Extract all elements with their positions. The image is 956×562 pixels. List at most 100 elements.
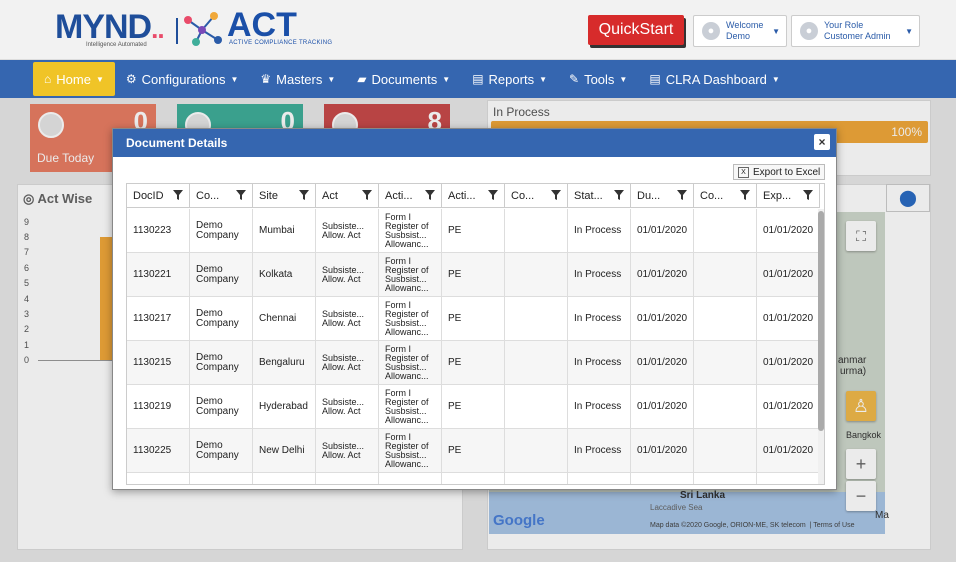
filter-icon[interactable] xyxy=(299,190,309,200)
crown-icon: ♛ xyxy=(260,72,272,86)
close-button[interactable]: × xyxy=(814,134,830,150)
nav-clra-dashboard[interactable]: ▤ CLRA Dashboard ▼ xyxy=(638,62,790,96)
document-details-modal: Document Details × X Export to Excel Doc… xyxy=(112,128,837,490)
role-label: Your Role xyxy=(824,20,864,30)
table-cell: 01/01/2020 xyxy=(757,297,820,341)
grid-body: 1130223 Demo Company Mumbai Subsiste... All… xyxy=(127,209,820,484)
grid-scrollbar[interactable] xyxy=(818,209,824,484)
table-cell: In Process xyxy=(568,341,631,385)
welcome-user-dropdown[interactable]: ● Welcome Demo ▼ xyxy=(693,15,787,47)
table-row[interactable]: Demo299Subsiste...Form I Register of xyxy=(127,473,820,484)
column-header[interactable]: Du... xyxy=(631,184,694,208)
column-header[interactable]: Co... xyxy=(190,184,253,208)
grid-header: DocID Co... Site Act Acti... Acti... Co... Stat… xyxy=(127,184,820,208)
table-cell: In Process xyxy=(568,209,631,253)
column-header[interactable]: Co... xyxy=(694,184,757,208)
chevron-down-icon: ▼ xyxy=(905,27,913,36)
table-cell: 1130215 xyxy=(127,341,190,385)
quickstart-button[interactable]: QuickStart xyxy=(588,15,684,45)
nav-masters[interactable]: ♛ Masters ▼ xyxy=(249,62,346,96)
filter-icon[interactable] xyxy=(551,190,561,200)
filter-icon[interactable] xyxy=(425,190,435,200)
nav-tools[interactable]: ✎ Tools ▼ xyxy=(558,62,638,96)
export-to-excel-button[interactable]: X Export to Excel xyxy=(733,164,826,180)
table-cell: Demo Company xyxy=(190,253,253,297)
table-row[interactable]: 1130217 Demo Company Chennai Subsiste... Al… xyxy=(127,297,820,341)
table-cell: 01/01/2020 xyxy=(757,429,820,473)
nav-home[interactable]: ⌂ Home ▼ xyxy=(33,62,115,96)
act-network-icon xyxy=(184,12,222,46)
column-header[interactable]: Acti... xyxy=(379,184,442,208)
table-cell xyxy=(442,473,505,484)
table-cell: PE xyxy=(442,209,505,253)
chevron-down-icon: ▼ xyxy=(771,74,780,84)
filter-icon[interactable] xyxy=(677,190,687,200)
scrollbar-thumb[interactable] xyxy=(818,211,824,431)
table-cell: PE xyxy=(442,385,505,429)
welcome-user: Demo xyxy=(726,31,751,41)
chevron-down-icon: ▼ xyxy=(539,74,547,84)
filter-icon[interactable] xyxy=(803,190,813,200)
table-row[interactable]: 1130223 Demo Company Mumbai Subsiste... All… xyxy=(127,209,820,253)
filter-icon[interactable] xyxy=(362,190,372,200)
table-cell: 01/01/2020 xyxy=(631,429,694,473)
table-cell xyxy=(505,473,568,484)
column-header[interactable]: Stat... xyxy=(568,184,631,208)
column-header[interactable]: Act xyxy=(316,184,379,208)
filter-icon[interactable] xyxy=(740,190,750,200)
filter-icon[interactable] xyxy=(236,190,246,200)
table-cell xyxy=(694,429,757,473)
table-row[interactable]: 1130215 Demo Company Bengaluru Subsiste... … xyxy=(127,341,820,385)
table-row[interactable]: 1130225 Demo Company New Delhi Subsiste... … xyxy=(127,429,820,473)
filter-icon[interactable] xyxy=(488,190,498,200)
chevron-down-icon: ▼ xyxy=(230,74,239,84)
table-cell: Demo Company xyxy=(190,429,253,473)
nav-documents[interactable]: ▰ Documents ▼ xyxy=(346,62,461,96)
filter-icon[interactable] xyxy=(614,190,624,200)
act-tagline: ACTIVE COMPLIANCE TRACKING xyxy=(229,40,333,46)
excel-icon: X xyxy=(738,166,749,178)
column-header[interactable]: Co... xyxy=(505,184,568,208)
role-dropdown[interactable]: ● Your Role Customer Admin ▼ xyxy=(791,15,920,47)
folder-icon: ▰ xyxy=(357,72,367,86)
table-cell: 01/01/2020 xyxy=(631,297,694,341)
table-cell: PE xyxy=(442,253,505,297)
nav-configurations[interactable]: ⚙ Configurations ▼ xyxy=(115,62,250,96)
table-cell: Demo xyxy=(190,473,253,484)
table-cell: 1130219 xyxy=(127,385,190,429)
filter-icon[interactable] xyxy=(173,190,183,200)
table-cell: 1130223 xyxy=(127,209,190,253)
role-avatar-icon: ● xyxy=(800,22,818,40)
table-cell: Demo Company xyxy=(190,209,253,253)
column-header[interactable]: DocID xyxy=(127,184,190,208)
chevron-down-icon: ▼ xyxy=(327,74,336,84)
table-cell xyxy=(505,341,568,385)
table-cell: 01/01/2020 xyxy=(631,385,694,429)
table-cell xyxy=(694,385,757,429)
table-row[interactable]: 1130221 Demo Company Kolkata Subsiste... Al… xyxy=(127,253,820,297)
column-header[interactable]: Acti... xyxy=(442,184,505,208)
table-cell: 01/01/2020 xyxy=(757,209,820,253)
column-header[interactable]: Site xyxy=(253,184,316,208)
chevron-down-icon: ▼ xyxy=(772,27,780,36)
nav-reports[interactable]: ▤ Reports ▼ xyxy=(461,62,558,96)
logo-separator xyxy=(176,18,178,44)
column-header[interactable]: Exp... xyxy=(757,184,820,208)
table-cell xyxy=(127,473,190,484)
user-avatar-icon: ● xyxy=(702,22,720,40)
table-row[interactable]: 1130219 Demo Company Hyderabad Subsiste... … xyxy=(127,385,820,429)
table-cell xyxy=(568,473,631,484)
table-cell xyxy=(505,429,568,473)
chevron-down-icon: ▼ xyxy=(442,74,451,84)
table-cell: In Process xyxy=(568,297,631,341)
table-cell: Subsiste... Allow. Act xyxy=(316,429,379,473)
gear-icon: ⚙ xyxy=(125,72,137,86)
table-cell: 01/01/2020 xyxy=(757,253,820,297)
table-cell xyxy=(505,297,568,341)
table-cell: Form I Register of Susbsist... Allowanc.… xyxy=(379,429,442,473)
table-cell: Subsiste... xyxy=(316,473,379,484)
modal-title: Document Details xyxy=(113,129,836,157)
table-cell: In Process xyxy=(568,253,631,297)
table-cell: 01/01/2020 xyxy=(631,253,694,297)
table-cell: 1130225 xyxy=(127,429,190,473)
